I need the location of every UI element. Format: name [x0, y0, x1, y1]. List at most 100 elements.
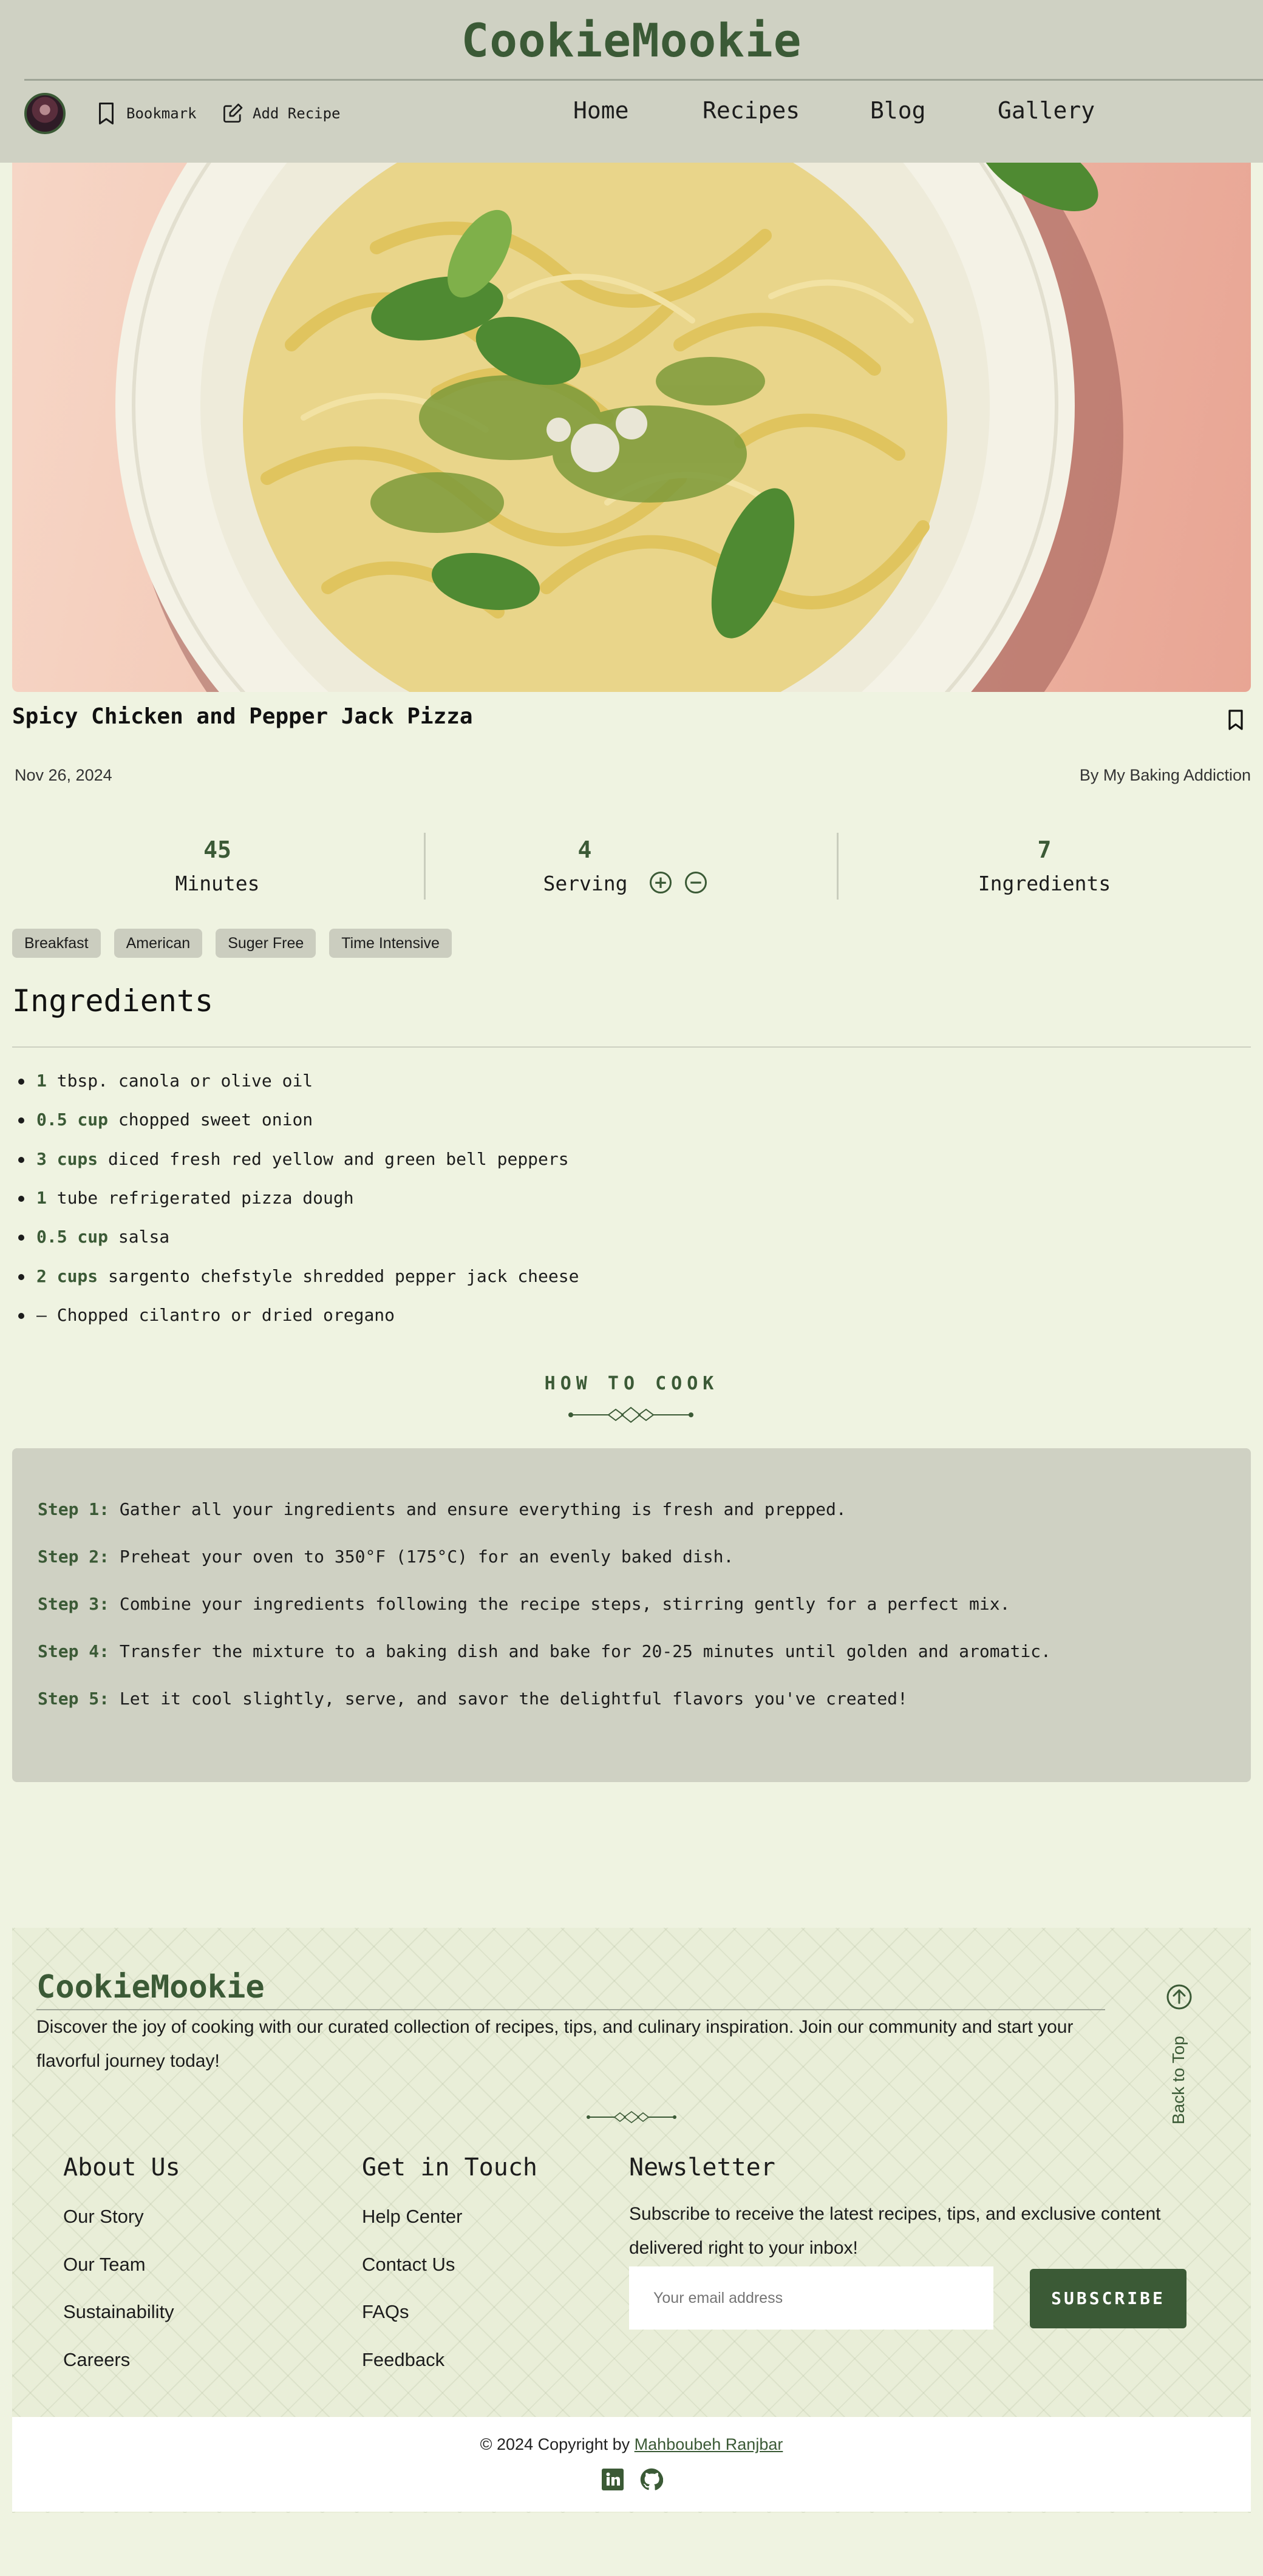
ingredient-item: 0.5 cup chopped sweet onion — [18, 1110, 313, 1130]
ingredient-item: 3 cups diced fresh red yellow and green … — [18, 1149, 569, 1169]
ingredient-item: 0.5 cup salsa — [18, 1227, 169, 1247]
how-to-cook-heading: HOW TO COOK — [544, 1373, 719, 1394]
tag-breakfast[interactable]: Breakfast — [12, 929, 101, 958]
divider-ornament — [587, 2111, 676, 2123]
ingredient-qty: — — [36, 1305, 47, 1325]
footer-link-contact-us[interactable]: Contact Us — [362, 2254, 455, 2276]
ingredient-text: chopped sweet onion — [118, 1110, 313, 1130]
minus-circle-icon[interactable]: − — [685, 872, 707, 893]
ingredient-item: 1 tube refrigerated pizza dough — [18, 1188, 354, 1208]
copyright-text: © 2024 Copyright by Mahboubeh Ranjbar — [12, 2435, 1251, 2454]
ingredient-text: sargento chefstyle shredded pepper jack … — [108, 1266, 579, 1286]
bookmark-label: Bookmark — [126, 105, 197, 122]
footer-link-faqs[interactable]: FAQs — [362, 2301, 409, 2323]
step-text: Let it cool slightly, serve, and savor t… — [119, 1689, 908, 1709]
footer-link-careers[interactable]: Careers — [63, 2349, 130, 2371]
step-label: Step 2: — [38, 1547, 110, 1567]
ingredient-qty: 0.5 cup — [36, 1227, 109, 1247]
newsletter-description: Subscribe to receive the latest recipes,… — [629, 2204, 1161, 2258]
ingredient-qty: 2 cups — [36, 1266, 98, 1286]
step-item: Step 2: Preheat your oven to 350°F (175°… — [38, 1547, 734, 1567]
step-text: Combine your ingredients following the r… — [119, 1594, 1010, 1614]
ingredient-item: 1 tbsp. canola or olive oil — [18, 1071, 313, 1091]
step-label: Step 1: — [38, 1499, 110, 1519]
step-label: Step 4: — [38, 1641, 110, 1661]
step-text: Transfer the mixture to a baking dish an… — [119, 1641, 1051, 1661]
footer-link-our-team[interactable]: Our Team — [63, 2254, 146, 2276]
back-to-top-button[interactable]: Back to Top — [1165, 1984, 1194, 2124]
step-text: Preheat your oven to 350°F (175°C) for a… — [119, 1547, 734, 1567]
footer-link-feedback[interactable]: Feedback — [362, 2349, 444, 2371]
recipe-hero-image — [12, 163, 1251, 692]
site-header: CookieMookie Bookmark Add Recipe Home Re… — [0, 0, 1263, 163]
ingredient-text: salsa — [118, 1227, 170, 1247]
copyright-bar: © 2024 Copyright by Mahboubeh Ranjbar — [12, 2417, 1251, 2512]
stat-divider — [424, 833, 426, 900]
github-icon[interactable] — [640, 2468, 663, 2491]
step-item: Step 1: Gather all your ingredients and … — [38, 1499, 846, 1519]
footer-contact-heading: Get in Touch — [362, 2154, 537, 2181]
recipe-tags: Breakfast American Suger Free Time Inten… — [12, 929, 452, 958]
ingredient-text: diced fresh red yellow and green bell pe… — [108, 1149, 569, 1169]
footer-logo[interactable]: CookieMookie — [36, 1969, 265, 2005]
stat-divider — [837, 833, 839, 900]
ingredient-text: tbsp. canola or olive oil — [56, 1071, 313, 1091]
ingredients-count-value: 7 — [1037, 836, 1052, 863]
minutes-value: 45 — [203, 836, 231, 863]
site-logo[interactable]: CookieMookie — [0, 13, 1263, 67]
add-recipe-label: Add Recipe — [253, 105, 341, 122]
ingredient-qty: 1 — [36, 1071, 47, 1091]
footer-link-our-story[interactable]: Our Story — [63, 2206, 144, 2228]
avatar[interactable] — [24, 93, 66, 134]
add-recipe-button[interactable]: Add Recipe — [221, 101, 341, 126]
nav-blog[interactable]: Blog — [870, 97, 998, 124]
bookmark-icon[interactable] — [1227, 708, 1245, 732]
step-item: Step 3: Combine your ingredients followi… — [38, 1594, 1010, 1614]
nav-gallery[interactable]: Gallery — [998, 97, 1095, 124]
ingredients-count-label: Ingredients — [978, 872, 1111, 895]
nav-recipes[interactable]: Recipes — [703, 97, 870, 124]
divider-ornament — [568, 1406, 693, 1423]
linkedin-icon[interactable] — [601, 2468, 624, 2491]
ingredient-text: Chopped cilantro or dried oregano — [56, 1305, 395, 1325]
ingredient-item: — Chopped cilantro or dried oregano — [18, 1305, 395, 1325]
copyright-author-link[interactable]: Mahboubeh Ranjbar — [635, 2435, 783, 2453]
newsletter-email-input[interactable] — [629, 2266, 993, 2330]
minutes-label: Minutes — [175, 872, 260, 895]
footer-link-help-center[interactable]: Help Center — [362, 2206, 462, 2228]
bookmark-icon — [99, 103, 114, 124]
main-nav: Home Recipes Blog Gallery — [573, 97, 1095, 124]
footer-newsletter-heading: Newsletter — [629, 2154, 775, 2181]
edit-icon — [223, 103, 243, 123]
plus-circle-icon[interactable]: + — [650, 872, 672, 893]
steps-panel: Step 1: Gather all your ingredients and … — [12, 1448, 1251, 1782]
header-divider — [24, 79, 1263, 81]
step-label: Step 3: — [38, 1594, 110, 1614]
footer-description: Discover the joy of cooking with our cur… — [36, 2017, 1074, 2071]
bookmark-button[interactable]: Bookmark — [95, 101, 197, 126]
ingredient-text: tube refrigerated pizza dough — [56, 1188, 354, 1208]
site-footer: CookieMookie Discover the joy of cooking… — [12, 1928, 1251, 2513]
tag-suger-free[interactable]: Suger Free — [216, 929, 316, 958]
ingredients-heading: Ingredients — [12, 983, 214, 1019]
ingredient-qty: 3 cups — [36, 1149, 98, 1169]
footer-about-heading: About Us — [63, 2154, 180, 2181]
tag-american[interactable]: American — [114, 929, 203, 958]
nav-home[interactable]: Home — [573, 97, 703, 124]
ingredients-divider — [12, 1046, 1251, 1048]
ingredient-item: 2 cups sargento chefstyle shredded peppe… — [18, 1266, 579, 1286]
back-to-top-label: Back to Top — [1169, 2036, 1188, 2124]
recipe-date: Nov 26, 2024 — [15, 766, 112, 784]
step-label: Step 5: — [38, 1689, 110, 1709]
footer-link-sustainability[interactable]: Sustainability — [63, 2301, 174, 2323]
step-item: Step 5: Let it cool slightly, serve, and… — [38, 1689, 908, 1709]
step-item: Step 4: Transfer the mixture to a baking… — [38, 1641, 1051, 1661]
ingredient-qty: 1 — [36, 1188, 47, 1208]
serving-value: 4 — [577, 836, 592, 863]
tag-time-intensive[interactable]: Time Intensive — [329, 929, 452, 958]
recipe-title: Spicy Chicken and Pepper Jack Pizza — [12, 704, 473, 729]
step-text: Gather all your ingredients and ensure e… — [119, 1499, 846, 1519]
subscribe-button[interactable]: SUBSCRIBE — [1030, 2269, 1186, 2328]
ingredient-qty: 0.5 cup — [36, 1110, 109, 1130]
arrow-up-circle-icon — [1166, 1984, 1192, 2010]
